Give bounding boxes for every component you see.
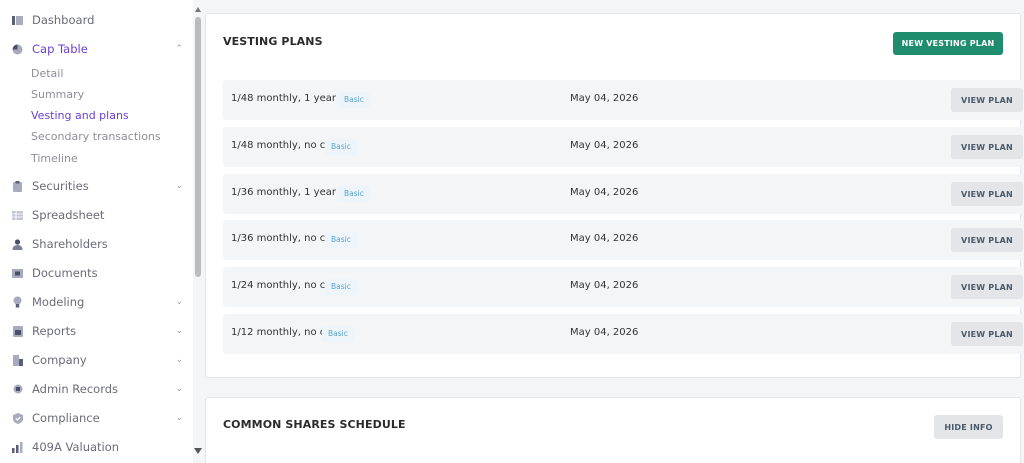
chevron-down-icon: ⌄ bbox=[175, 326, 183, 336]
plan-name: 1/36 monthly, no cliff bbox=[231, 233, 338, 244]
view-plan-button[interactable]: VIEW PLAN bbox=[951, 228, 1023, 252]
sidebar-item-label: Shareholders bbox=[32, 237, 108, 251]
pie-chart-icon bbox=[12, 44, 23, 55]
plan-date: May 04, 2026 bbox=[570, 280, 639, 291]
chevron-down-icon: ⌄ bbox=[175, 181, 183, 191]
hide-info-button[interactable]: HIDE INFO bbox=[934, 415, 1003, 439]
sidebar-subitem-detail[interactable]: Detail bbox=[31, 66, 63, 82]
table-row: 1/12 monthly, no cliff Basic May 04, 202… bbox=[223, 314, 1024, 354]
plan-date: May 04, 2026 bbox=[570, 140, 639, 151]
sidebar-item-label: Modeling bbox=[32, 295, 85, 309]
spreadsheet-icon bbox=[12, 210, 23, 221]
chevron-down-icon: ⌄ bbox=[175, 384, 183, 394]
chevron-down-icon: ⌄ bbox=[175, 355, 183, 365]
document-icon bbox=[12, 268, 23, 279]
sidebar-item-documents[interactable]: Documents bbox=[0, 262, 193, 284]
shield-check-icon bbox=[12, 412, 23, 424]
scrollbar-thumb[interactable] bbox=[195, 17, 201, 277]
chevron-up-icon: ⌃ bbox=[175, 44, 183, 54]
report-icon bbox=[12, 325, 23, 337]
sidebar-item-cap-table[interactable]: Cap Table ⌃ bbox=[0, 38, 193, 60]
sidebar-item-reports[interactable]: Reports ⌄ bbox=[0, 320, 193, 342]
sidebar-scrollbar[interactable] bbox=[193, 0, 204, 463]
sidebar-item-label: 409A Valuation bbox=[32, 440, 120, 454]
chevron-down-icon: ⌄ bbox=[175, 297, 183, 307]
plan-type-badge: Basic bbox=[325, 232, 357, 248]
plan-type-badge: Basic bbox=[338, 186, 370, 202]
table-row: 1/36 monthly, 1 year cliff Basic May 04,… bbox=[223, 174, 1024, 214]
plan-date: May 04, 2026 bbox=[570, 93, 639, 104]
plan-type-badge: Basic bbox=[338, 92, 370, 108]
plan-name: 1/48 monthly, no cliff bbox=[231, 140, 338, 151]
records-icon bbox=[12, 384, 23, 395]
table-row: 1/24 monthly, no cliff Basic May 04, 202… bbox=[223, 267, 1024, 307]
valuation-icon bbox=[12, 441, 23, 453]
sidebar-item-shareholders[interactable]: Shareholders bbox=[0, 233, 193, 255]
table-row: 1/48 monthly, 1 year cliff Basic May 04,… bbox=[223, 80, 1024, 120]
common-shares-schedule-card: COMMON SHARES SCHEDULE HIDE INFO bbox=[205, 397, 1021, 463]
plan-date: May 04, 2026 bbox=[570, 327, 639, 338]
scroll-down-arrow-icon[interactable] bbox=[194, 448, 202, 454]
table-row: 1/48 monthly, no cliff Basic May 04, 202… bbox=[223, 127, 1024, 167]
dashboard-icon bbox=[12, 15, 23, 26]
vesting-plans-title: VESTING PLANS bbox=[223, 35, 323, 48]
chevron-down-icon: ⌄ bbox=[175, 413, 183, 423]
view-plan-button[interactable]: VIEW PLAN bbox=[951, 135, 1023, 159]
sidebar: Dashboard Cap Table ⌃ Detail Summary Ves… bbox=[0, 0, 193, 463]
sidebar-item-compliance[interactable]: Compliance ⌄ bbox=[0, 407, 193, 429]
person-icon bbox=[12, 238, 23, 250]
sidebar-item-label: Securities bbox=[32, 179, 89, 193]
common-shares-title: COMMON SHARES SCHEDULE bbox=[223, 418, 406, 431]
sidebar-subitem-vesting-and-plans[interactable]: Vesting and plans bbox=[31, 108, 129, 124]
view-plan-button[interactable]: VIEW PLAN bbox=[951, 322, 1023, 346]
plan-type-badge: Basic bbox=[325, 279, 357, 295]
plan-date: May 04, 2026 bbox=[570, 187, 639, 198]
sidebar-subitem-timeline[interactable]: Timeline bbox=[31, 151, 78, 167]
sidebar-item-label: Compliance bbox=[32, 411, 100, 425]
sidebar-item-label: Company bbox=[32, 353, 87, 367]
plan-date: May 04, 2026 bbox=[570, 233, 639, 244]
table-row: 1/36 monthly, no cliff Basic May 04, 202… bbox=[223, 220, 1024, 260]
sidebar-item-dashboard[interactable]: Dashboard bbox=[0, 9, 193, 31]
view-plan-button[interactable]: VIEW PLAN bbox=[951, 88, 1023, 112]
sidebar-item-label: Dashboard bbox=[32, 13, 95, 27]
sidebar-item-admin-records[interactable]: Admin Records ⌄ bbox=[0, 378, 193, 400]
sidebar-subitem-summary[interactable]: Summary bbox=[31, 87, 84, 103]
sidebar-item-company[interactable]: Company ⌄ bbox=[0, 349, 193, 371]
sidebar-item-spreadsheet[interactable]: Spreadsheet bbox=[0, 204, 193, 226]
plan-type-badge: Basic bbox=[325, 139, 357, 155]
sidebar-item-label: Spreadsheet bbox=[32, 208, 105, 222]
sidebar-item-label: Cap Table bbox=[32, 42, 88, 56]
clipboard-icon bbox=[12, 180, 23, 192]
sidebar-item-securities[interactable]: Securities ⌄ bbox=[0, 175, 193, 197]
vesting-plans-card: VESTING PLANS NEW VESTING PLAN 1/48 mont… bbox=[205, 13, 1024, 378]
lightbulb-icon bbox=[12, 296, 23, 308]
sidebar-item-label: Admin Records bbox=[32, 382, 119, 396]
sidebar-subitem-secondary-transactions[interactable]: Secondary transactions bbox=[31, 129, 161, 145]
view-plan-button[interactable]: VIEW PLAN bbox=[951, 182, 1023, 206]
sidebar-item-label: Reports bbox=[32, 324, 77, 338]
view-plan-button[interactable]: VIEW PLAN bbox=[951, 275, 1023, 299]
plan-type-badge: Basic bbox=[322, 326, 354, 342]
sidebar-item-label: Documents bbox=[32, 266, 98, 280]
new-vesting-plan-button[interactable]: NEW VESTING PLAN bbox=[893, 32, 1003, 55]
building-icon bbox=[12, 354, 23, 366]
scroll-up-arrow-icon[interactable] bbox=[195, 7, 201, 12]
sidebar-item-409a-valuation[interactable]: 409A Valuation bbox=[0, 436, 193, 458]
plan-name: 1/24 monthly, no cliff bbox=[231, 280, 338, 291]
sidebar-item-modeling[interactable]: Modeling ⌄ bbox=[0, 291, 193, 313]
